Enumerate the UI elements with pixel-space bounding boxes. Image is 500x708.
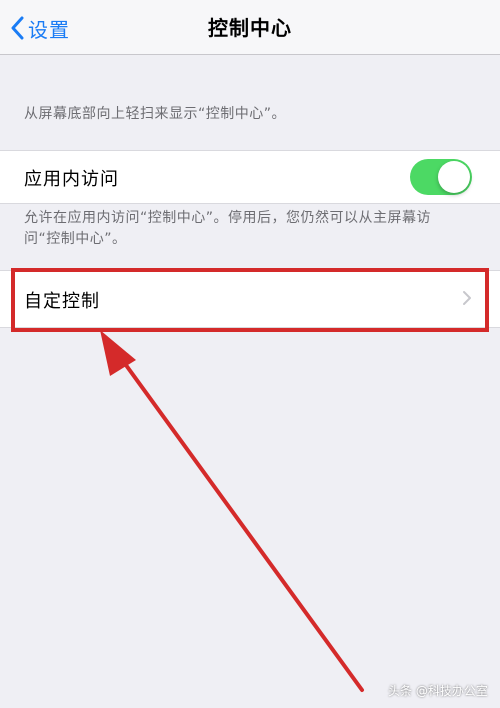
chevron-right-icon — [463, 291, 471, 305]
swipe-up-description: 从屏幕底部向上轻扫来显示“控制中心”。 — [24, 106, 287, 122]
access-within-apps-row: 应用内访问 — [0, 150, 500, 204]
watermark: 头条 @科技办公室 — [388, 684, 488, 698]
navigation-bar: 设置 控制中心 — [0, 0, 500, 55]
customize-controls-label: 自定控制 — [24, 291, 100, 312]
access-within-apps-label: 应用内访问 — [24, 169, 119, 190]
page-title: 控制中心 — [208, 16, 292, 40]
access-within-apps-description: 允许在应用内访问“控制中心”。停用后，您仍然可以从主屏幕访问“控制中心”。 — [24, 210, 432, 247]
toggle-knob — [438, 161, 470, 193]
customize-controls-row[interactable]: 自定控制 — [0, 270, 500, 328]
access-within-apps-toggle[interactable] — [410, 159, 472, 195]
